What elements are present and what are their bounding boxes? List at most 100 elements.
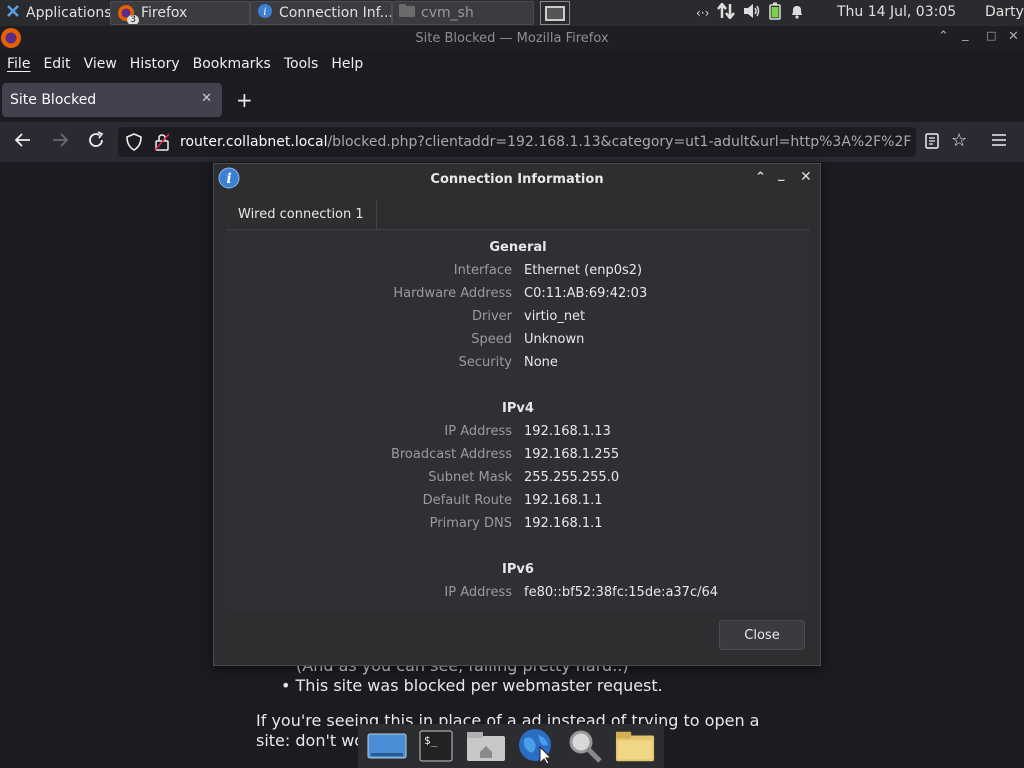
section-heading-ipv6: IPv6 [502, 562, 534, 577]
navigation-bar: router.collabnet.local/blocked.php?clien… [0, 122, 1024, 162]
applications-menu[interactable]: Applications ☰ [0, 0, 110, 26]
label-ipv6-address: IP Address [444, 585, 512, 600]
tab-title: Site Blocked [10, 92, 97, 108]
tab-close-icon[interactable]: ✕ [201, 91, 212, 106]
label-ip-address: IP Address [444, 424, 512, 439]
dock: $_ [358, 724, 664, 768]
value-default-route: 192.168.1.1 [524, 493, 603, 508]
connection-details: General Interface Ethernet (enp0s2) Hard… [226, 229, 810, 611]
close-icon[interactable]: ✕ [1008, 29, 1019, 44]
task-connection-info[interactable]: i Connection Inf... [250, 1, 392, 25]
url-bar[interactable]: router.collabnet.local/blocked.php?clien… [118, 127, 916, 157]
label-subnet-mask: Subnet Mask [428, 470, 512, 485]
web-browser-icon[interactable] [516, 727, 556, 765]
notification-bell-icon[interactable] [789, 3, 805, 23]
firefox-icon: 3 [117, 4, 139, 24]
shield-icon[interactable] [126, 133, 142, 155]
firefox-titlebar: Site Blocked — Mozilla Firefox ⌃ _ □ ✕ [0, 26, 1024, 50]
forward-arrow-icon[interactable] [51, 131, 69, 153]
url-path: /blocked.php?clientaddr=192.168.1.13&cat… [327, 134, 912, 150]
volume-icon[interactable] [743, 3, 761, 23]
value-primary-dns: 192.168.1.1 [524, 516, 603, 531]
task-firefox[interactable]: 3 Firefox [110, 1, 250, 25]
label-hardware-address: Hardware Address [393, 286, 512, 301]
xfce-logo-icon [6, 4, 20, 22]
close-button[interactable]: Close [719, 620, 805, 650]
insecure-lock-icon[interactable] [154, 133, 170, 155]
window-title: Site Blocked — Mozilla Firefox [415, 30, 609, 46]
menu-file[interactable]: File [7, 56, 30, 72]
folder-icon [399, 4, 415, 22]
value-subnet-mask: 255.255.255.0 [524, 470, 620, 485]
back-arrow-icon[interactable] [14, 131, 32, 153]
applications-label: Applications [26, 5, 110, 21]
menu-help[interactable]: Help [331, 56, 363, 72]
chevron-up-icon[interactable]: ⌃ [755, 170, 766, 185]
value-ipv6-address: fe80::bf52:38fc:15de:a37c/64 [524, 585, 719, 600]
search-icon[interactable] [565, 727, 605, 765]
menu-tools[interactable]: Tools [284, 56, 319, 72]
info-icon: i [257, 3, 273, 23]
battery-icon[interactable] [769, 2, 782, 24]
task-badge: 3 [127, 15, 139, 24]
menu-history[interactable]: History [130, 56, 180, 72]
close-icon[interactable]: ✕ [800, 169, 812, 185]
value-security: None [524, 355, 558, 370]
terminal-icon[interactable]: $_ [416, 727, 456, 765]
network-updown-icon[interactable] [717, 1, 736, 23]
clock[interactable]: Thu 14 Jul, 03:05 [837, 4, 956, 20]
show-desktop-button[interactable] [540, 1, 570, 25]
task-label: cvm_sh [421, 5, 474, 21]
svg-text:i: i [263, 7, 266, 18]
reload-icon[interactable] [87, 131, 105, 153]
value-speed: Unknown [524, 332, 585, 347]
new-tab-plus-icon[interactable]: + [236, 88, 253, 112]
section-heading-ipv4: IPv4 [502, 401, 534, 416]
tab-site-blocked[interactable]: Site Blocked ✕ [2, 83, 222, 117]
svg-text:i: i [226, 171, 231, 187]
system-tray: ‹·› [696, 0, 805, 26]
dialog-title: Connection Information [430, 171, 604, 187]
page-paragraph-line2: site: don't wo [256, 731, 365, 750]
info-icon: i [218, 167, 240, 193]
bookmark-star-icon[interactable]: ☆ [951, 132, 967, 150]
value-driver: virtio_net [524, 309, 586, 324]
tab-label: Wired connection 1 [238, 206, 364, 222]
menu-edit[interactable]: Edit [43, 56, 70, 72]
close-button-label: Close [744, 627, 780, 643]
menu-view[interactable]: View [84, 56, 117, 72]
home-folder-icon[interactable] [466, 727, 506, 765]
value-interface: Ethernet (enp0s2) [524, 263, 643, 278]
chevron-up-icon[interactable]: ⌃ [938, 29, 949, 44]
user-menu[interactable]: Darty uwu [985, 4, 1024, 20]
hamburger-menu-icon[interactable] [991, 132, 1007, 152]
window-icon [545, 5, 565, 21]
connection-info-dialog: i Connection Information ⌃ _ ✕ Wired con… [213, 163, 821, 666]
label-broadcast-address: Broadcast Address [390, 447, 512, 462]
reader-view-icon[interactable] [925, 133, 939, 153]
label-security: Security [458, 355, 512, 370]
desktop-icon[interactable] [367, 727, 407, 765]
tab-wired-connection-1[interactable]: Wired connection 1 [226, 199, 377, 229]
top-panel: Applications ☰ 3 Firefox i Connection In… [0, 0, 1024, 26]
task-label: Firefox [141, 5, 188, 21]
label-default-route: Default Route [422, 493, 512, 508]
section-heading-general: General [489, 240, 547, 255]
dialog-titlebar: i Connection Information ⌃ _ ✕ [214, 164, 820, 194]
task-label: Connection Inf... [279, 5, 392, 21]
network-icon[interactable]: ‹·› [696, 6, 709, 20]
minimize-icon[interactable]: _ [778, 167, 785, 182]
value-ip-address: 192.168.1.13 [524, 424, 611, 439]
tab-bar: Site Blocked ✕ + [0, 80, 1024, 120]
minimize-icon[interactable]: _ [962, 27, 969, 42]
maximize-icon[interactable]: □ [986, 29, 996, 42]
task-cvm-sh[interactable]: cvm_sh [392, 1, 534, 25]
menu-bar: File Edit View History Bookmarks Tools H… [0, 50, 1024, 78]
svg-text:$_: $_ [424, 734, 438, 747]
files-icon[interactable] [615, 727, 655, 765]
label-speed: Speed [471, 332, 512, 347]
label-primary-dns: Primary DNS [429, 516, 512, 531]
label-interface: Interface [453, 263, 512, 278]
bullet-text: This site was blocked per webmaster requ… [295, 676, 663, 695]
menu-bookmarks[interactable]: Bookmarks [193, 56, 271, 72]
